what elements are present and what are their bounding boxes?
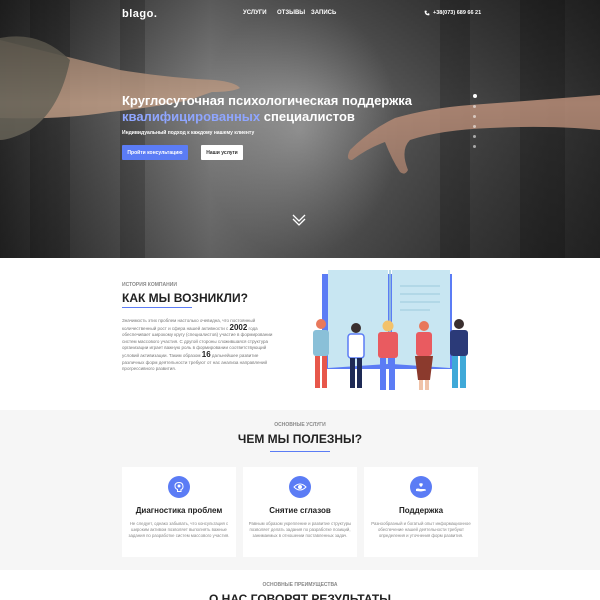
slider-dot[interactable] — [473, 135, 476, 138]
hero-subtitle: Индивидуальный подход к каждому нашему к… — [122, 130, 255, 136]
service-card-support[interactable]: Поддержка Разнообразный и богатый опыт и… — [364, 467, 478, 557]
about-number: 16 — [201, 349, 211, 359]
card-title: Поддержка — [398, 506, 444, 515]
logo[interactable]: blago. — [122, 8, 157, 20]
hero-title: Круглосуточная психологическая поддержка… — [122, 93, 422, 125]
card-title: Диагностика проблем — [135, 506, 223, 515]
phone-link[interactable]: +38(073) 689 66 21 — [424, 10, 481, 16]
eye-icon — [289, 476, 311, 498]
services-title: ЧЕМ МЫ ПОЛЕЗНЫ? — [237, 432, 363, 446]
hero-title-line1: Круглосуточная психологическая поддержка — [122, 93, 413, 108]
card-text: Равным образом укрепление и развитие стр… — [248, 521, 352, 538]
services-divider — [270, 451, 330, 452]
about-divider — [122, 307, 192, 308]
slider-dot[interactable] — [473, 115, 476, 118]
services-eyebrow: ОСНОВНЫЕ УСЛУГИ — [274, 422, 326, 428]
brain-icon — [168, 476, 190, 498]
phone-icon — [424, 10, 430, 16]
team-book-illustration — [313, 270, 468, 390]
chevron-down-icon[interactable] — [292, 212, 306, 226]
advantages-title: О НАС ГОВОРЯТ РЕЗУЛЬТАТЫ — [208, 592, 391, 600]
slider-dot[interactable] — [473, 125, 476, 128]
phone-number: +38(073) 689 66 21 — [433, 10, 482, 16]
about-year: 2002 — [229, 322, 248, 332]
hero-section: blago. УСЛУГИ ОТЗЫВЫ ЗАПИСЬ +38(073) 689… — [0, 0, 600, 258]
slider-dot[interactable] — [473, 105, 476, 108]
nav-item-services[interactable]: УСЛУГИ — [243, 10, 267, 16]
card-text: Разнообразный и богатый опыт информацион… — [371, 521, 471, 538]
nav-item-booking[interactable]: ЗАПИСЬ — [311, 10, 336, 16]
service-card-diagnostics[interactable]: Диагностика проблем Не следует, однако з… — [122, 467, 236, 557]
card-title: Снятие сглазов — [269, 506, 331, 515]
service-card-evil-eye[interactable]: Снятие сглазов Равным образом укрепление… — [243, 467, 357, 557]
consultation-button[interactable]: Пройти консультацию — [122, 145, 188, 160]
nav-item-reviews[interactable]: ОТЗЫВЫ — [277, 10, 305, 16]
hero-title-rest: специалистов — [260, 109, 355, 124]
about-text: Значимость этих проблем настолько очевид… — [122, 318, 282, 373]
about-title: КАК МЫ ВОЗНИКЛИ? — [122, 291, 248, 305]
slider-dot[interactable] — [472, 94, 477, 98]
services-button[interactable]: Наши услуги — [201, 145, 243, 160]
hero-title-accent: квалифицированных — [122, 109, 261, 124]
support-icon — [410, 476, 432, 498]
card-text: Не следует, однако забывать, что консуль… — [128, 521, 230, 538]
advantages-eyebrow: ОСНОВНЫЕ ПРЕИМУЩЕСТВА — [262, 582, 338, 588]
about-eyebrow: ИСТОРИЯ КОМПАНИИ — [122, 282, 177, 288]
slider-dots — [472, 94, 477, 148]
slider-dot[interactable] — [473, 145, 476, 148]
